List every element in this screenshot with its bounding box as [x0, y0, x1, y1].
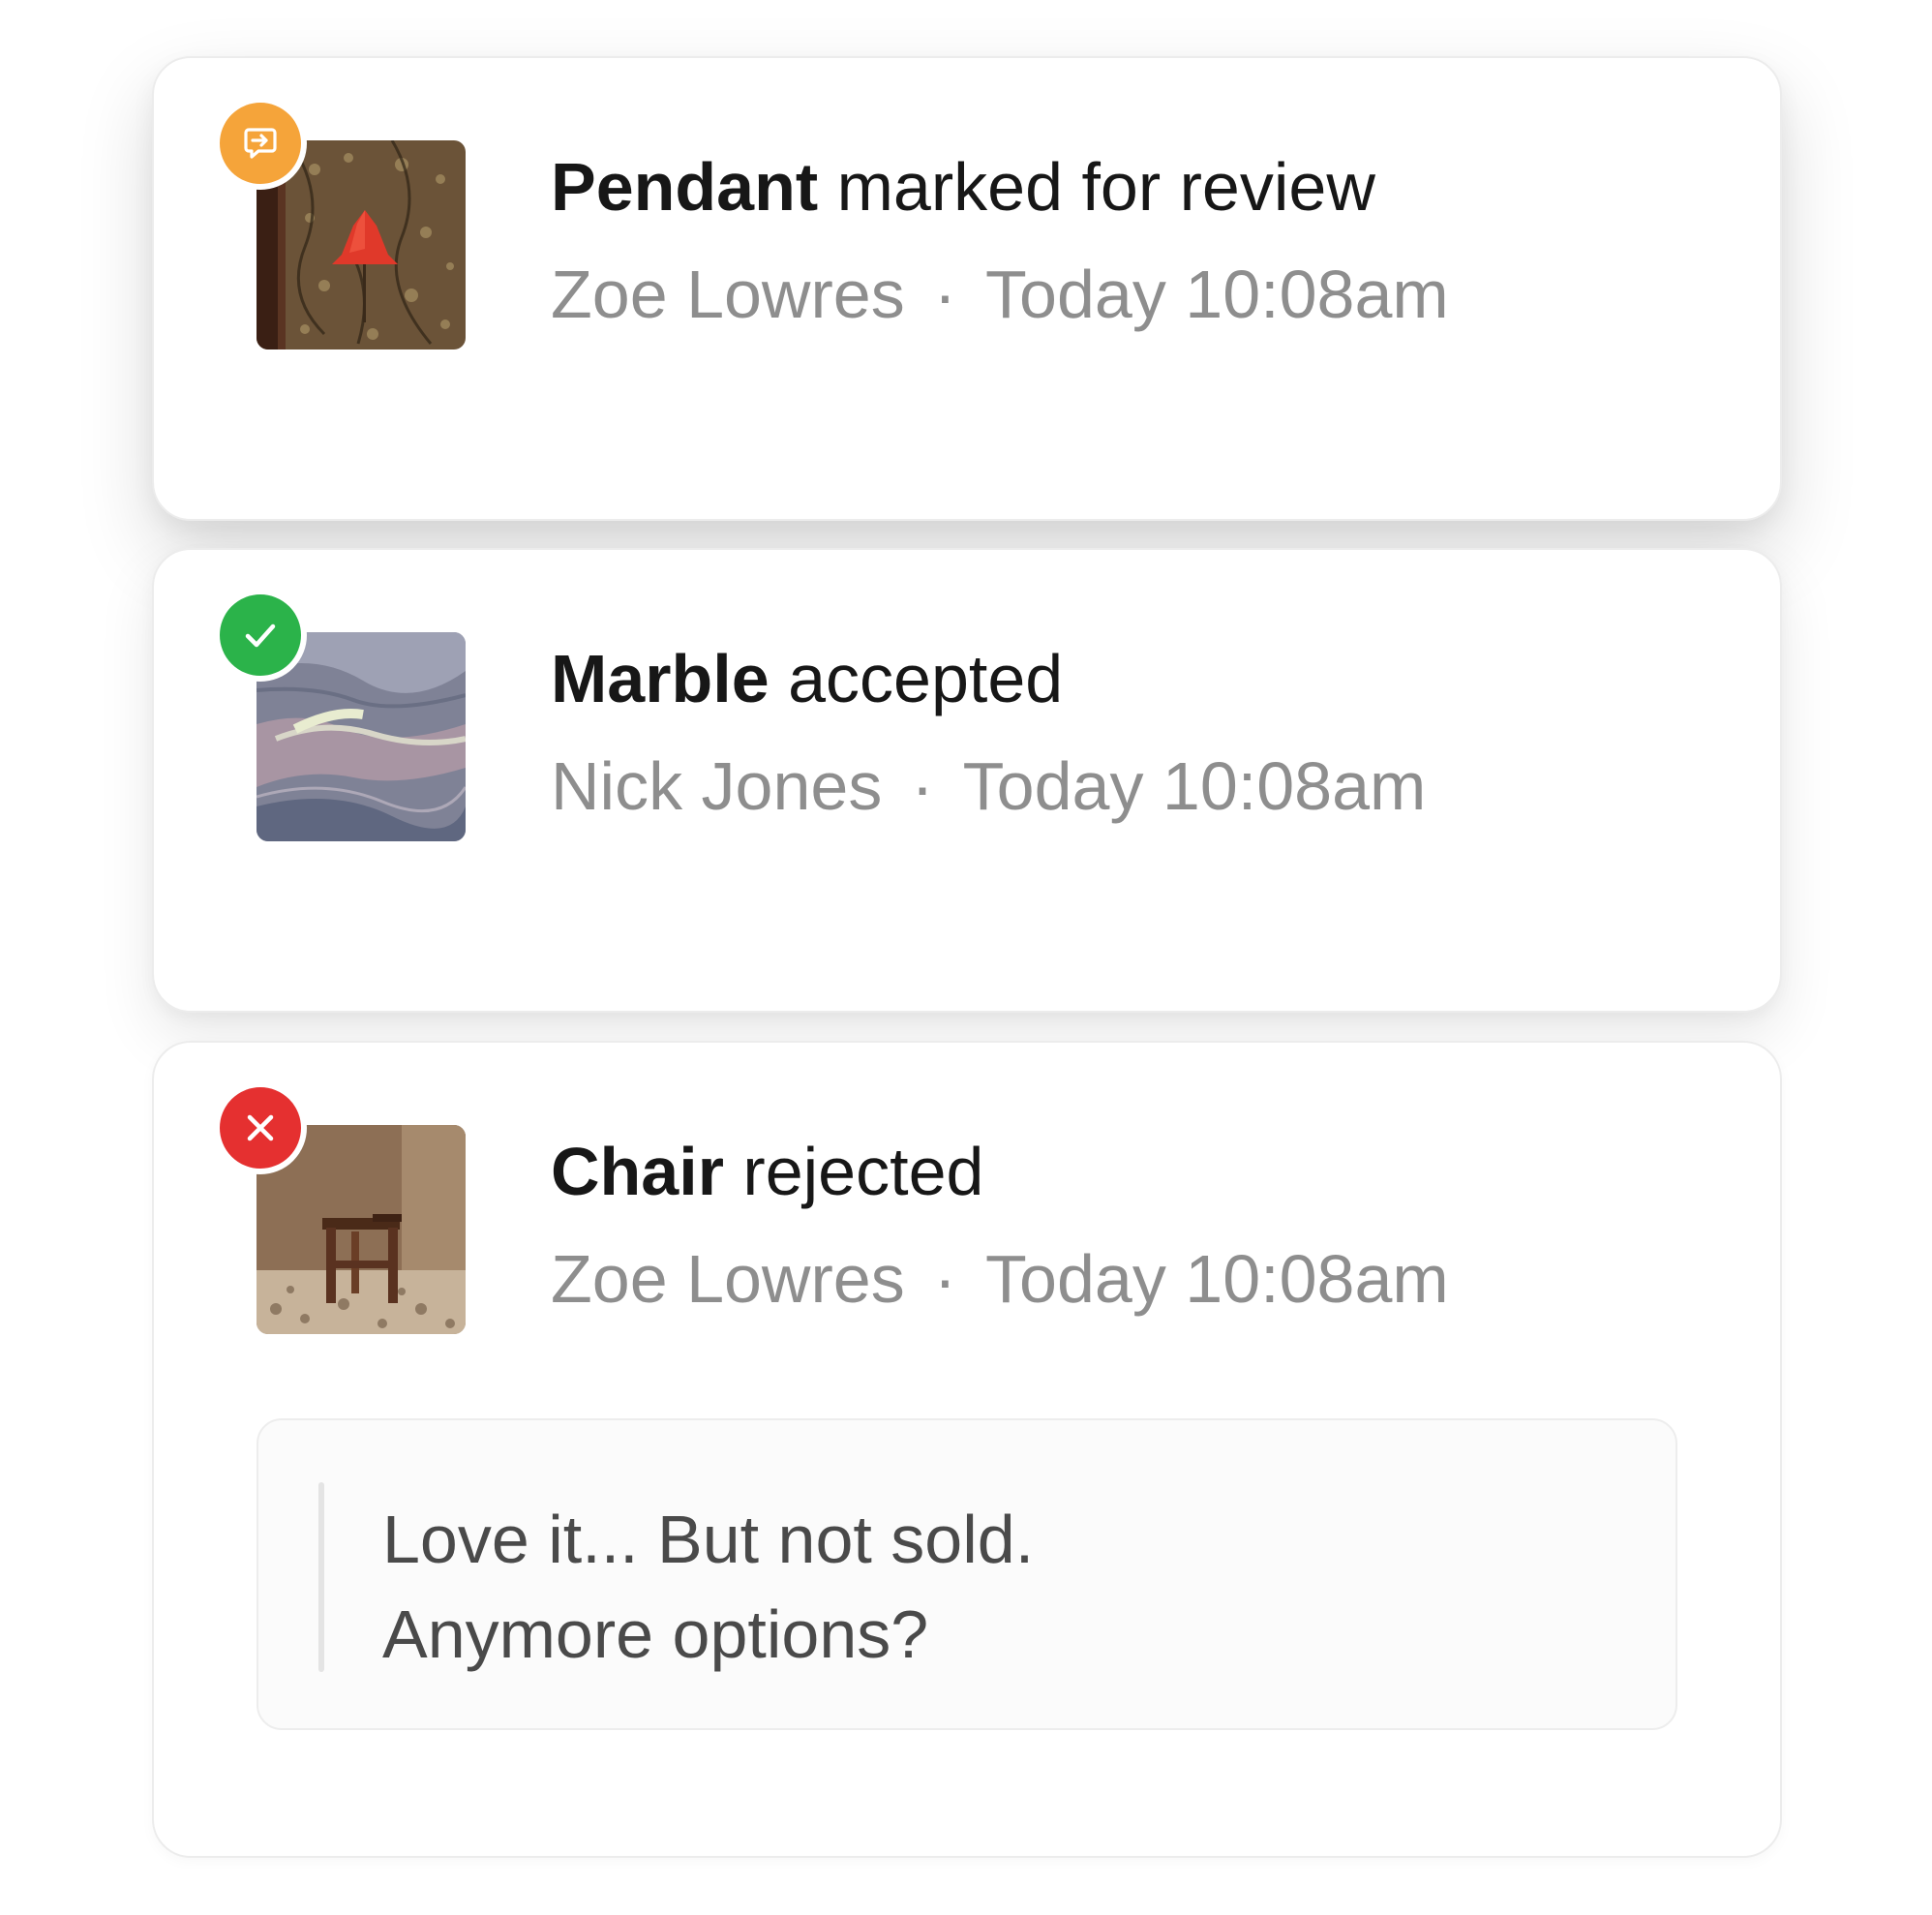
notification-card[interactable]: Chair rejected Zoe Lowres · Today 10:08am … — [152, 1041, 1782, 1858]
notification-title: Marble accepted — [551, 645, 1063, 713]
notification-title: Pendant marked for review — [551, 153, 1375, 221]
action-text: accepted — [788, 641, 1064, 716]
notification-card[interactable]: Marble accepted Nick Jones · Today 10:08am — [152, 548, 1782, 1013]
rejected-status-badge — [214, 1081, 307, 1174]
comment-line: Anymore options? — [382, 1596, 929, 1672]
notification-meta: Nick Jones · Today 10:08am — [551, 752, 1426, 820]
comment-text: Love it... But not sold. Anymore options… — [382, 1492, 1034, 1682]
action-text: rejected — [742, 1134, 984, 1209]
notification-meta: Zoe Lowres · Today 10:08am — [551, 260, 1449, 328]
author-name: Zoe Lowres — [551, 257, 905, 332]
meta-separator: · — [933, 1241, 957, 1317]
quote-bar — [318, 1482, 324, 1672]
comment-line: Love it... But not sold. — [382, 1502, 1035, 1577]
item-name: Chair — [551, 1134, 724, 1209]
timestamp: Today 10:08am — [962, 748, 1427, 824]
item-name: Marble — [551, 641, 770, 716]
author-name: Nick Jones — [551, 748, 883, 824]
check-icon — [245, 623, 276, 648]
meta-separator: · — [933, 257, 957, 332]
timestamp: Today 10:08am — [985, 257, 1449, 332]
review-icon — [244, 128, 277, 159]
author-name: Zoe Lowres — [551, 1241, 905, 1317]
action-text: marked for review — [836, 149, 1375, 225]
notification-title: Chair rejected — [551, 1138, 983, 1205]
notification-meta: Zoe Lowres · Today 10:08am — [551, 1245, 1449, 1313]
review-status-badge — [214, 97, 307, 190]
notification-card[interactable]: Pendant marked for review Zoe Lowres · Tod… — [152, 56, 1782, 521]
accepted-status-badge — [214, 589, 307, 682]
timestamp: Today 10:08am — [985, 1241, 1449, 1317]
item-name: Pendant — [551, 149, 819, 225]
close-icon — [247, 1114, 274, 1141]
comment-quote: Love it... But not sold. Anymore options… — [257, 1418, 1677, 1730]
meta-separator: · — [911, 748, 934, 824]
